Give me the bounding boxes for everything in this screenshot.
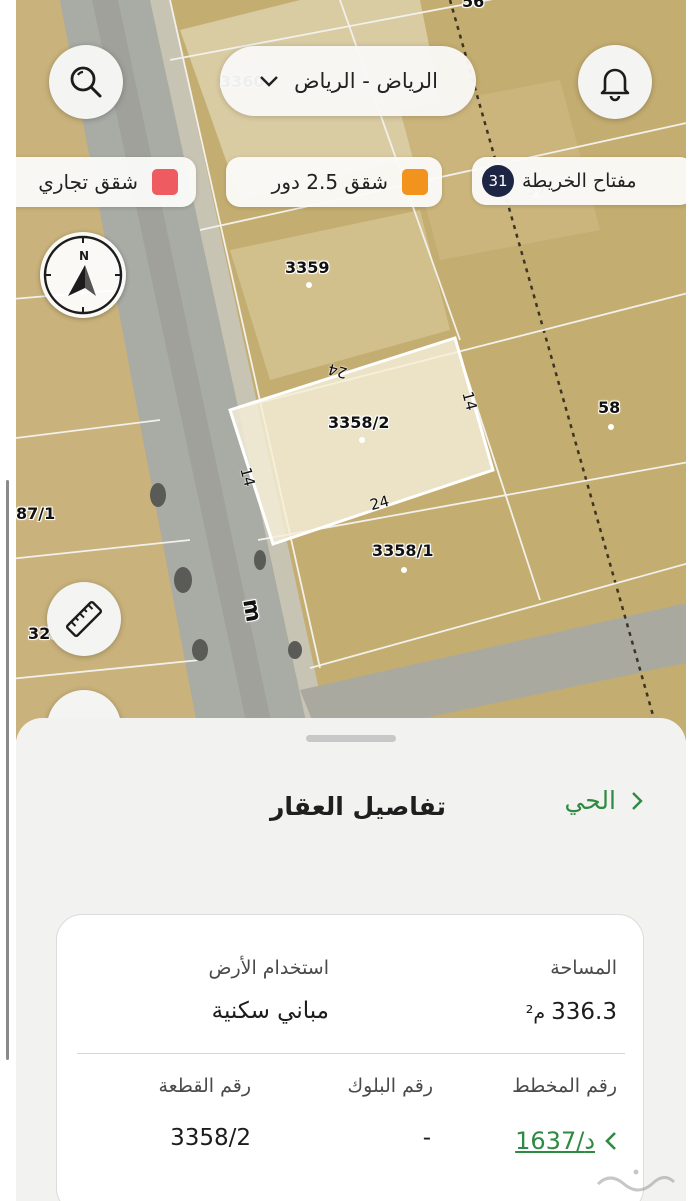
sheet-grabber[interactable] [306, 735, 396, 742]
block-number-label: رقم البلوك [347, 1075, 433, 1097]
legend-item-commercial[interactable]: شقق تجاري [0, 157, 196, 207]
parcel-label[interactable]: 87/1 [16, 504, 55, 523]
area-label: المساحة [550, 957, 617, 979]
block-number-value: - [422, 1125, 431, 1151]
chevron-down-icon [260, 76, 278, 87]
watermark-logo [590, 1162, 680, 1198]
parcel-label[interactable]: 3358/1 [372, 541, 434, 560]
legend-item-apartments[interactable]: شقق 2.5 دور [226, 157, 442, 207]
parcel-number-value: 3358/2 [170, 1125, 251, 1151]
map-key-label: مفتاح الخريطة [522, 170, 637, 192]
city-selector[interactable]: الرياض - الرياض [220, 46, 476, 116]
card-divider [77, 1053, 625, 1054]
compass-icon: N [43, 235, 123, 315]
legend-swatch-orange [402, 169, 428, 195]
plan-number-value: 1637/د [515, 1127, 595, 1155]
sheet-title: تفاصيل العقار [270, 792, 446, 821]
measure-button[interactable] [47, 582, 121, 656]
neighborhood-back-button[interactable]: الحي [564, 786, 644, 815]
property-details-sheet[interactable]: الحي تفاصيل العقار المساحة م² 336.3 استخ… [16, 718, 686, 1201]
search-icon [70, 66, 102, 98]
neighborhood-label: الحي [564, 786, 616, 815]
plan-number-link[interactable]: 1637/د [515, 1127, 617, 1155]
parcel-label[interactable]: 56 [462, 0, 484, 11]
parcel-label[interactable]: 58 [598, 398, 620, 417]
chevron-left-icon [605, 1132, 616, 1150]
area-field: م² 336.3 [526, 999, 617, 1025]
map-view[interactable]: 3359 3358/2 3358/1 58 57 56 3360 87/1 32… [0, 0, 700, 740]
land-use-label: استخدام الأرض [208, 957, 329, 979]
area-unit: م² [525, 1002, 546, 1024]
map-key-count-badge: 31 [482, 165, 514, 197]
legend-label: شقق 2.5 دور [271, 170, 388, 194]
plan-number-label: رقم المخطط [512, 1075, 617, 1097]
svg-text:N: N [79, 249, 89, 263]
bell-icon [600, 68, 630, 102]
legend-swatch-red [152, 169, 178, 195]
parcel-number-label: رقم القطعة [158, 1075, 251, 1097]
land-use-value: مباني سكنية [211, 998, 329, 1024]
notifications-button[interactable] [578, 45, 652, 119]
chevron-right-icon [632, 791, 643, 810]
scroll-indicator[interactable] [6, 480, 9, 1060]
parcel-label[interactable]: 3359 [285, 258, 330, 277]
compass-button[interactable]: N [40, 232, 126, 318]
ruler-icon [65, 600, 103, 638]
parcel-label-selected[interactable]: 3358/2 [328, 413, 390, 432]
property-info-card: المساحة م² 336.3 استخدام الأرض مباني سكن… [56, 914, 644, 1201]
search-button[interactable] [49, 45, 123, 119]
street-label: m [237, 597, 266, 624]
legend-label: شقق تجاري [38, 170, 138, 194]
city-selector-label: الرياض - الرياض [294, 69, 438, 93]
screen-right-margin [686, 0, 700, 1201]
map-key-button[interactable]: 31 مفتاح الخريطة [472, 157, 694, 205]
area-value: 336.3 [551, 999, 617, 1025]
